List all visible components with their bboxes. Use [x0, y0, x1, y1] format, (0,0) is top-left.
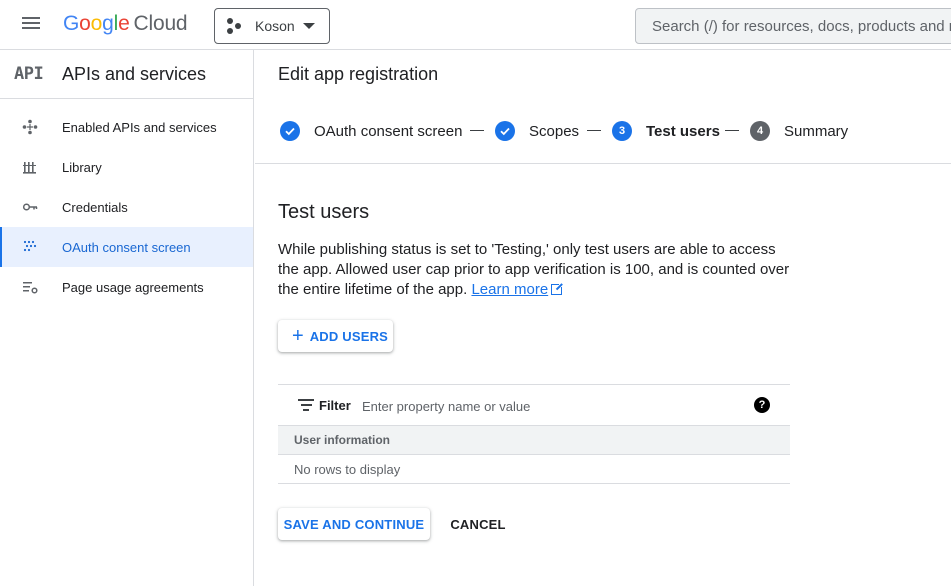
learn-more-link[interactable]: Learn more — [471, 281, 548, 298]
filter-bar: Filter ? — [278, 384, 790, 426]
help-icon[interactable]: ? — [754, 397, 770, 413]
project-icon — [227, 18, 243, 34]
external-link-icon — [551, 282, 565, 295]
sidebar: API APIs and services Enabled APIs and s… — [0, 50, 254, 586]
main-menu-icon[interactable] — [20, 15, 42, 35]
plus-icon: + — [292, 325, 304, 347]
step-number: 3 — [612, 121, 632, 141]
cancel-button[interactable]: CANCEL — [443, 508, 513, 540]
page-title: Edit app registration — [278, 64, 439, 84]
step-separator — [587, 130, 601, 131]
description: While publishing status is set to 'Testi… — [278, 240, 798, 300]
step-separator — [725, 130, 739, 131]
sidebar-item-label: OAuth consent screen — [62, 239, 191, 255]
project-name: Koson — [255, 18, 295, 34]
filter-input[interactable] — [362, 393, 742, 419]
main-content: Edit app registration OAuth consent scre… — [255, 50, 951, 586]
sidebar-header: API APIs and services — [0, 50, 253, 99]
sidebar-item-credentials[interactable]: Credentials — [0, 187, 253, 227]
step-label: Scopes — [529, 122, 580, 140]
api-icon: API — [14, 64, 44, 84]
step-summary[interactable]: 4 Summary — [750, 121, 848, 141]
google-cloud-logo[interactable]: Google Cloud — [63, 12, 188, 36]
settings-list-icon — [22, 279, 38, 295]
save-and-continue-button[interactable]: SAVE AND CONTINUE — [278, 508, 430, 540]
top-bar: Google Cloud Koson — [0, 0, 951, 50]
step-label: OAuth consent screen — [314, 122, 463, 140]
step-label: Test users — [646, 122, 720, 140]
empty-table-message: No rows to display — [278, 455, 790, 484]
sidebar-item-library[interactable]: Library — [0, 147, 253, 187]
project-selector-button[interactable]: Koson — [214, 8, 330, 44]
sidebar-item-label: Enabled APIs and services — [62, 119, 217, 135]
step-separator — [470, 130, 484, 131]
step-number: 4 — [750, 121, 770, 141]
sidebar-item-label: Library — [62, 159, 102, 175]
sidebar-item-label: Page usage agreements — [62, 279, 204, 295]
sidebar-item-enabled-apis[interactable]: Enabled APIs and services — [0, 107, 253, 147]
caret-down-icon — [303, 23, 315, 29]
search-input[interactable] — [635, 8, 951, 44]
step-test-users[interactable]: 3 Test users — [612, 121, 720, 141]
add-users-label: ADD USERS — [309, 328, 389, 344]
check-icon — [280, 121, 300, 141]
test-users-table: Filter ? User information No rows to dis… — [278, 384, 790, 484]
sidebar-item-oauth-consent[interactable]: OAuth consent screen — [0, 227, 253, 267]
sidebar-nav: Enabled APIs and services Library Creden… — [0, 99, 253, 307]
stepper: OAuth consent screen Scopes 3 Test users… — [255, 99, 951, 164]
filter-label: Filter — [319, 398, 351, 413]
column-header-user-information[interactable]: User information — [278, 426, 790, 455]
section-title: Test users — [278, 201, 370, 223]
check-icon — [495, 121, 515, 141]
api-diamond-icon — [22, 119, 38, 135]
sidebar-item-page-usage[interactable]: Page usage agreements — [0, 267, 253, 307]
step-oauth-consent[interactable]: OAuth consent screen — [280, 121, 462, 141]
key-icon — [22, 199, 38, 215]
step-scopes[interactable]: Scopes — [495, 121, 579, 141]
filter-icon — [298, 399, 314, 411]
library-icon — [22, 159, 38, 175]
step-label: Summary — [784, 122, 849, 140]
sidebar-title: APIs and services — [62, 63, 207, 84]
sidebar-item-label: Credentials — [62, 199, 128, 215]
consent-dots-icon — [22, 239, 38, 255]
add-users-button[interactable]: + ADD USERS — [278, 320, 393, 352]
